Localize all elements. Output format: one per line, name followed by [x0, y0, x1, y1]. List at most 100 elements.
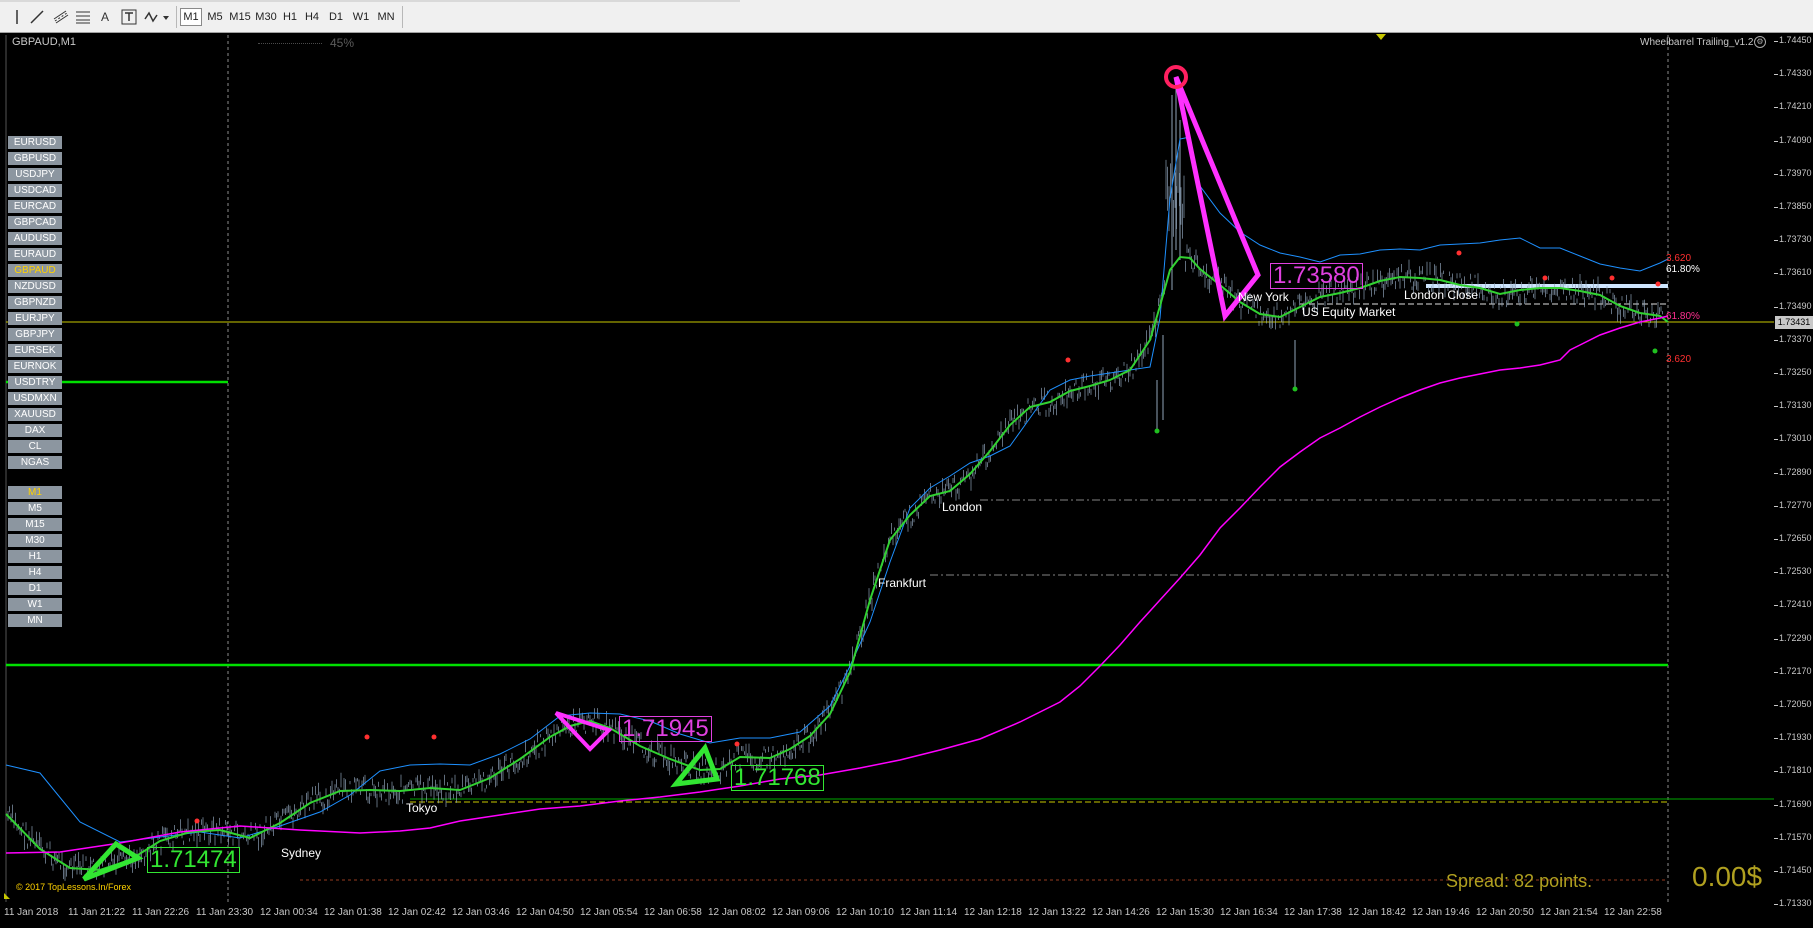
price-tick-mark [1774, 107, 1778, 109]
price-tick-label: 1.71930 [1779, 732, 1812, 743]
session-label-new-york: New York [1238, 290, 1289, 304]
timeframe-button-m5[interactable]: M5 [8, 502, 62, 515]
time-tick-label: 12 Jan 11:14 [900, 907, 958, 918]
price-tick-label: 1.72170 [1779, 665, 1812, 676]
price-tick-mark [1774, 539, 1778, 540]
symbol-button-gbpcad[interactable]: GBPCAD [8, 216, 62, 229]
indicator-settings-icon[interactable]: ⚙ [1754, 36, 1766, 48]
swing-low-price-label: 1.71768 [731, 765, 824, 791]
price-bars [7, 80, 1663, 881]
price-tick-mark [1774, 41, 1778, 42]
price-tick-mark [1774, 738, 1778, 740]
symbol-button-usdmxn[interactable]: USDMXN [8, 392, 62, 405]
symbol-button-usdjpy[interactable]: USDJPY [8, 168, 62, 181]
symbol-button-gbpjpy[interactable]: GBPJPY [8, 328, 62, 341]
chart-symbol-title: GBPAUD,M1 [12, 36, 76, 48]
timeframe-button-m1[interactable]: M1 [8, 486, 62, 499]
time-tick-label: 12 Jan 02:42 [388, 907, 446, 918]
symbol-button-usdcad[interactable]: USDCAD [8, 184, 62, 197]
symbol-button-usdtry[interactable]: USDTRY [8, 376, 62, 389]
time-tick-label: 11 Jan 23:30 [196, 907, 254, 918]
symbol-button-eurusd[interactable]: EURUSD [8, 136, 62, 149]
symbol-button-gbpaud[interactable]: GBPAUD [8, 264, 62, 277]
timeframe-button-mn[interactable]: MN [8, 614, 62, 627]
swing-high-price-label: 1.73580 [1270, 263, 1363, 289]
session-label-sydney: Sydney [281, 846, 322, 860]
spike-bars [1156, 80, 1296, 430]
copyright-text: © 2017 TopLessons.In/Forex [16, 882, 132, 892]
symbol-button-audusd[interactable]: AUDUSD [8, 232, 62, 245]
price-tick-mark [1774, 207, 1778, 208]
time-tick-label: 12 Jan 17:38 [1284, 907, 1342, 918]
timeframe-button-m30[interactable]: M30 [8, 534, 62, 547]
price-tick-label: 1.72050 [1779, 699, 1812, 709]
timeframe-button-m15[interactable]: M15 [8, 518, 62, 531]
price-tick-label: 1.72410 [1779, 599, 1812, 610]
symbol-button-cl[interactable]: CL [8, 440, 62, 453]
price-tick-mark [1774, 406, 1778, 408]
price-tick-label: 1.72530 [1779, 566, 1812, 577]
swing-high-price-label: 1.71945 [619, 716, 712, 742]
time-tick-label: 11 Jan 22:26 [132, 907, 190, 918]
price-tick-label: 1.73610 [1779, 267, 1812, 278]
timeframe-button-d1[interactable]: D1 [8, 582, 62, 595]
symbol-button-eurcad[interactable]: EURCAD [8, 200, 62, 213]
time-tick-label: 12 Jan 09:06 [772, 907, 830, 918]
upper-band-line [5, 136, 1669, 843]
timeframe-button-w1[interactable]: W1 [8, 598, 62, 611]
indicator-name: Wheelbarrel Trailing_v1.2 [1640, 37, 1754, 48]
price-tick-label: 1.73130 [1779, 400, 1812, 411]
swing-high-markers [194, 250, 1661, 824]
time-tick-label: 12 Jan 08:02 [708, 907, 766, 918]
price-tick-label: 1.71450 [1779, 865, 1812, 875]
price-tick-label: 1.72290 [1779, 632, 1812, 643]
symbol-button-gbpusd[interactable]: GBPUSD [8, 152, 62, 165]
symbol-button-eursek[interactable]: EURSEK [8, 344, 62, 357]
time-tick-label: 12 Jan 21:54 [1540, 907, 1598, 918]
symbol-switcher-panel: EURUSD GBPUSD USDJPY USDCAD EURCAD GBPCAD AUDU… [8, 136, 62, 472]
price-axis[interactable]: 1.74450 1.74330 1.74210 1.74090 1.73970 1.738… [1774, 33, 1813, 928]
swing-low-markers [1154, 321, 1658, 434]
symbol-button-gbpnzd[interactable]: GBPNZD [8, 296, 62, 309]
symbol-button-nzdusd[interactable]: NZDUSD [8, 280, 62, 293]
symbol-button-ngas[interactable]: NGAS [8, 456, 62, 469]
session-label-frankfurt: Frankfurt [878, 576, 927, 590]
price-tick-mark [1774, 505, 1778, 507]
price-tick-label: 1.73730 [1779, 234, 1812, 245]
timeframe-button-h4[interactable]: H4 [8, 566, 62, 579]
price-tick-label: 1.71690 [1779, 798, 1812, 809]
time-tick-label: 12 Jan 18:42 [1348, 907, 1406, 918]
price-tick-mark [1774, 572, 1778, 574]
current-price-tag: 1.73431 [1775, 316, 1813, 329]
timeframe-button-h1[interactable]: H1 [8, 550, 62, 563]
price-tick-mark [1774, 273, 1778, 275]
price-tick-label: 1.71570 [1779, 831, 1812, 842]
shift-marker-icon [1376, 34, 1386, 40]
price-tick-mark [1774, 74, 1778, 76]
price-tick-label: 1.73250 [1779, 367, 1812, 377]
price-tick-label: 1.72770 [1779, 499, 1812, 510]
symbol-button-euraud[interactable]: EURAUD [8, 248, 62, 261]
price-tick-mark [1774, 472, 1778, 474]
symbol-button-eurjpy[interactable]: EURJPY [8, 312, 62, 325]
profit-readout: 0.00$ [1692, 861, 1763, 892]
time-tick-label: 12 Jan 05:54 [580, 907, 638, 918]
fibo-mid-percent: 61.80% [1666, 311, 1700, 322]
price-tick-mark [1774, 173, 1778, 175]
time-tick-label: 12 Jan 13:22 [1028, 907, 1086, 918]
symbol-button-eurnok[interactable]: EURNOK [8, 360, 62, 373]
time-tick-label: 12 Jan 06:58 [644, 907, 702, 918]
load-progress-bar [258, 43, 322, 44]
session-label-tokyo: Tokyo [406, 801, 438, 815]
time-tick-label: 12 Jan 10:10 [836, 907, 894, 918]
price-tick-label: 1.74210 [1779, 101, 1812, 112]
symbol-button-dax[interactable]: DAX [8, 424, 62, 437]
price-tick-label: 1.73850 [1779, 201, 1812, 211]
fibo-upper-percent: 61.80% [1666, 264, 1700, 275]
price-chart[interactable] [0, 0, 1813, 928]
time-tick-label: 12 Jan 19:46 [1412, 907, 1470, 918]
symbol-button-xauusd[interactable]: XAUUSD [8, 408, 62, 421]
time-axis[interactable]: 11 Jan 2018 11 Jan 21:22 11 Jan 22:26 11 Ja… [0, 902, 1774, 928]
time-tick-label: 12 Jan 15:30 [1156, 907, 1214, 918]
time-tick-label: 12 Jan 01:38 [324, 907, 382, 918]
